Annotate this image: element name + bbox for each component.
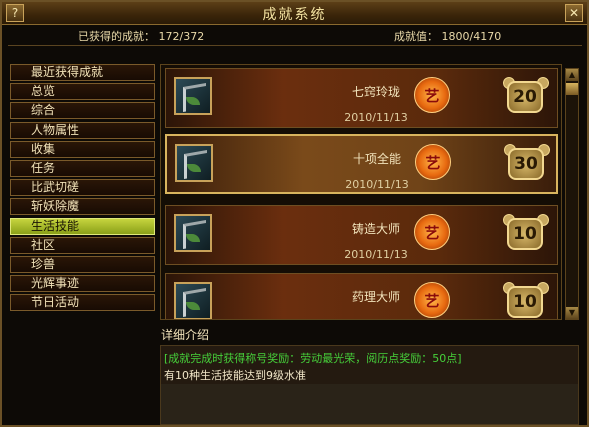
sidebar-item-life-skills[interactable]: 生活技能	[10, 217, 155, 235]
skill-seal-icon: 艺	[414, 77, 450, 113]
title-bar[interactable]: ? 成就系统 ✕	[2, 2, 587, 25]
sidebar-item-quests[interactable]: 任务	[10, 159, 155, 177]
detail-footer	[161, 384, 578, 424]
seal-glyph: 艺	[424, 87, 440, 105]
sidebar-item-attributes[interactable]: 人物属性	[10, 121, 155, 139]
scroll-up-button[interactable]: ▲	[566, 69, 578, 81]
achievement-description: 有10种生活技能达到9级水准	[164, 369, 306, 382]
sidebar-item-duel[interactable]: 比武切磋	[10, 179, 155, 197]
points-badge: 10	[503, 282, 549, 319]
seal-glyph: 艺	[425, 154, 441, 172]
sidebar-item-community[interactable]: 社区	[10, 236, 155, 254]
points-badge: 10	[503, 214, 549, 254]
points-value: 30	[514, 154, 538, 174]
skill-seal-icon: 艺	[415, 144, 451, 180]
achievement-date: 2010/11/13	[344, 111, 408, 124]
achievement-card[interactable]: 七窍玲珑 2010/11/13 艺 20	[165, 68, 558, 128]
scroll-down-button[interactable]: ▼	[566, 307, 578, 319]
sidebar-item-collection[interactable]: 收集	[10, 140, 155, 158]
points-value: 10	[513, 292, 537, 312]
achievement-card-selected[interactable]: 十项全能 2010/11/13 艺 30	[165, 134, 558, 194]
sword-achievement-icon	[174, 77, 212, 115]
sidebar-item-general[interactable]: 综合	[10, 102, 155, 120]
list-scrollbar[interactable]: ▲ ▼	[565, 68, 579, 320]
skill-seal-icon: 艺	[414, 214, 450, 250]
seal-glyph: 艺	[424, 224, 440, 242]
points-badge: 20	[503, 77, 549, 117]
achievement-date: 2010/11/13	[344, 248, 408, 261]
category-sidebar: 最近获得成就 总览 综合 人物属性 收集 任务 比武切磋 斩妖除魔 生活技能 社…	[10, 64, 155, 313]
sidebar-item-overview[interactable]: 总览	[10, 83, 155, 101]
sword-achievement-icon	[174, 282, 212, 319]
points-count: 成就值： 1800/4170	[394, 30, 502, 43]
divider	[8, 45, 582, 46]
achievement-list: 七窍玲珑 2010/11/13 艺 20 十项全能 2010/11/13 艺 3…	[160, 64, 562, 320]
sidebar-item-recent[interactable]: 最近获得成就	[10, 64, 155, 81]
sidebar-item-demon-slaying[interactable]: 斩妖除魔	[10, 198, 155, 216]
sidebar-item-pets[interactable]: 珍兽	[10, 255, 155, 273]
achievement-window: ? 成就系统 ✕ 已获得的成就： 172/372 成就值： 1800/4170 …	[0, 0, 589, 427]
sword-achievement-icon	[175, 144, 213, 182]
sidebar-item-glory[interactable]: 光辉事迹	[10, 275, 155, 293]
obtained-count: 已获得的成就： 172/372	[78, 30, 205, 43]
scroll-thumb[interactable]	[566, 83, 578, 95]
achievement-date: 2010/11/13	[345, 178, 409, 191]
sword-achievement-icon	[174, 214, 212, 252]
skill-seal-icon: 艺	[414, 282, 450, 318]
close-button[interactable]: ✕	[565, 4, 583, 22]
achievement-card[interactable]: 铸造大师 2010/11/13 艺 10	[165, 205, 558, 265]
points-value: 10	[513, 224, 537, 244]
detail-heading: 详细介绍	[161, 328, 210, 342]
stats-bar: 已获得的成就： 172/372 成就值： 1800/4170	[2, 28, 587, 46]
detail-panel: [成就完成时获得称号奖励：劳动最光荣，阅历点奖励：50点] 有10种生活技能达到…	[160, 345, 579, 425]
seal-glyph: 艺	[424, 292, 440, 310]
reward-text: [成就完成时获得称号奖励：劳动最光荣，阅历点奖励：50点]	[164, 352, 462, 365]
sidebar-item-festival[interactable]: 节日活动	[10, 294, 155, 312]
points-value: 20	[513, 87, 537, 107]
achievement-card[interactable]: 药理大师 艺 10	[165, 273, 558, 319]
points-badge: 30	[504, 144, 550, 184]
window-title: 成就系统	[262, 7, 327, 23]
